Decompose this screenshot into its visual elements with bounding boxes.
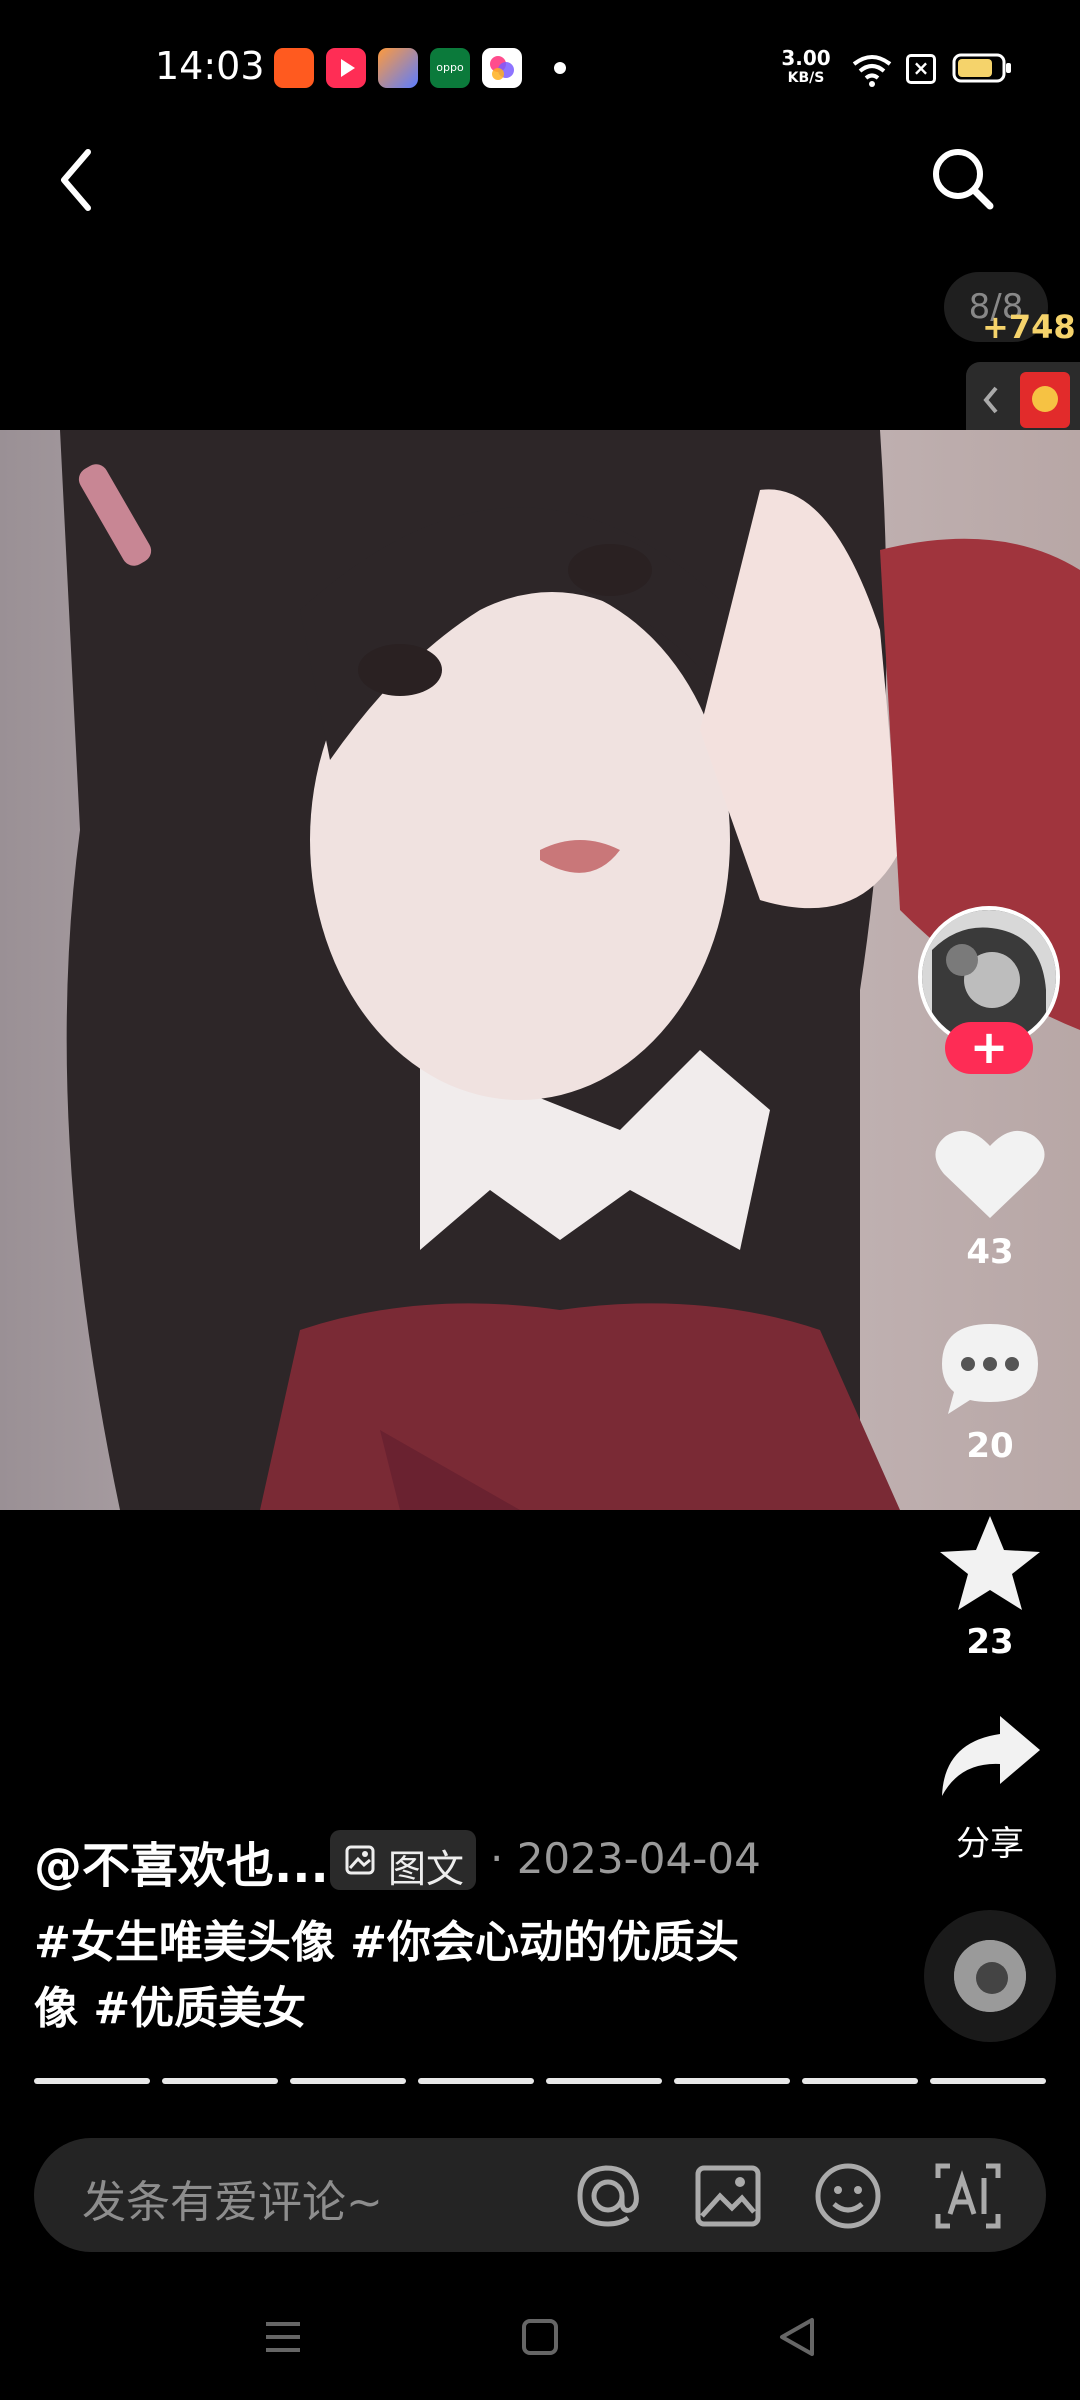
share-button[interactable] [930, 1706, 1050, 1806]
wifi-icon [852, 55, 892, 87]
hashtags-line-2[interactable]: 像 #优质美女 [34, 1976, 754, 2042]
progress-segment [674, 2078, 790, 2084]
notification-dot-icon [554, 62, 566, 74]
post-type-chip: 图文 [330, 1830, 476, 1891]
progress-segment [418, 2078, 534, 2084]
progress-segment [802, 2078, 918, 2084]
favorite-count: 23 [966, 1622, 1014, 1662]
menu-nav-icon[interactable] [258, 2312, 308, 2362]
ai-text-icon[interactable] [932, 2160, 1004, 2232]
red-packet-icon[interactable] [1020, 372, 1070, 428]
progress-segment [34, 2078, 150, 2084]
mention-icon[interactable] [572, 2160, 644, 2232]
post-date: · 2023-04-04 [490, 1834, 761, 1883]
comment-count: 20 [966, 1426, 1014, 1466]
post-hashtags[interactable]: #女生唯美头像 #你会心动的优质头 像 #优质美女 [34, 1910, 754, 2042]
status-time: 14:03 [155, 44, 265, 88]
no-sim-icon: × [906, 54, 936, 84]
home-nav-icon[interactable] [515, 2312, 565, 2362]
author-name[interactable]: @不喜欢也... [34, 1826, 329, 1896]
image-text-icon [345, 1845, 375, 1875]
progress-segment [290, 2078, 406, 2084]
image-picker-icon[interactable] [692, 2160, 764, 2232]
progress-segment [546, 2078, 662, 2084]
back-button[interactable] [50, 140, 110, 220]
comment-button[interactable] [930, 1318, 1050, 1418]
favorite-button[interactable] [930, 1512, 1050, 1612]
kuaishou-lite-app-icon [274, 48, 314, 88]
search-button[interactable] [928, 144, 998, 214]
network-speed: 3.00 KB/S [778, 48, 834, 88]
battery-icon [952, 53, 1011, 83]
progress-segment [930, 2078, 1046, 2084]
video-play-app-icon [326, 48, 366, 88]
chevron-left-icon[interactable] [980, 382, 1002, 418]
oppo-app-icon: oppo [430, 48, 470, 88]
image-progress-bar [34, 2078, 1046, 2084]
back-nav-icon[interactable] [772, 2312, 822, 2362]
network-speed-unit: KB/S [787, 70, 825, 86]
toolbox-app-icon [378, 48, 418, 88]
progress-segment [162, 2078, 278, 2084]
post-type-label: 图文 [388, 1847, 465, 1891]
assistant-app-icon [482, 48, 522, 88]
like-count: 43 [966, 1232, 1014, 1272]
emoji-icon[interactable] [812, 2160, 884, 2232]
music-disc[interactable] [924, 1910, 1056, 2042]
like-button[interactable] [930, 1124, 1050, 1224]
share-label: 分享 [956, 1824, 1024, 1864]
coin-reward-count[interactable]: +748 [982, 308, 1076, 346]
music-cover-image [954, 1940, 1026, 2012]
comment-input[interactable]: 发条有爱评论~ [82, 2166, 383, 2230]
follow-button[interactable]: + [945, 1022, 1033, 1074]
hashtags-line-1[interactable]: #女生唯美头像 #你会心动的优质头 [34, 1910, 754, 1976]
network-speed-value: 3.00 [781, 46, 831, 70]
